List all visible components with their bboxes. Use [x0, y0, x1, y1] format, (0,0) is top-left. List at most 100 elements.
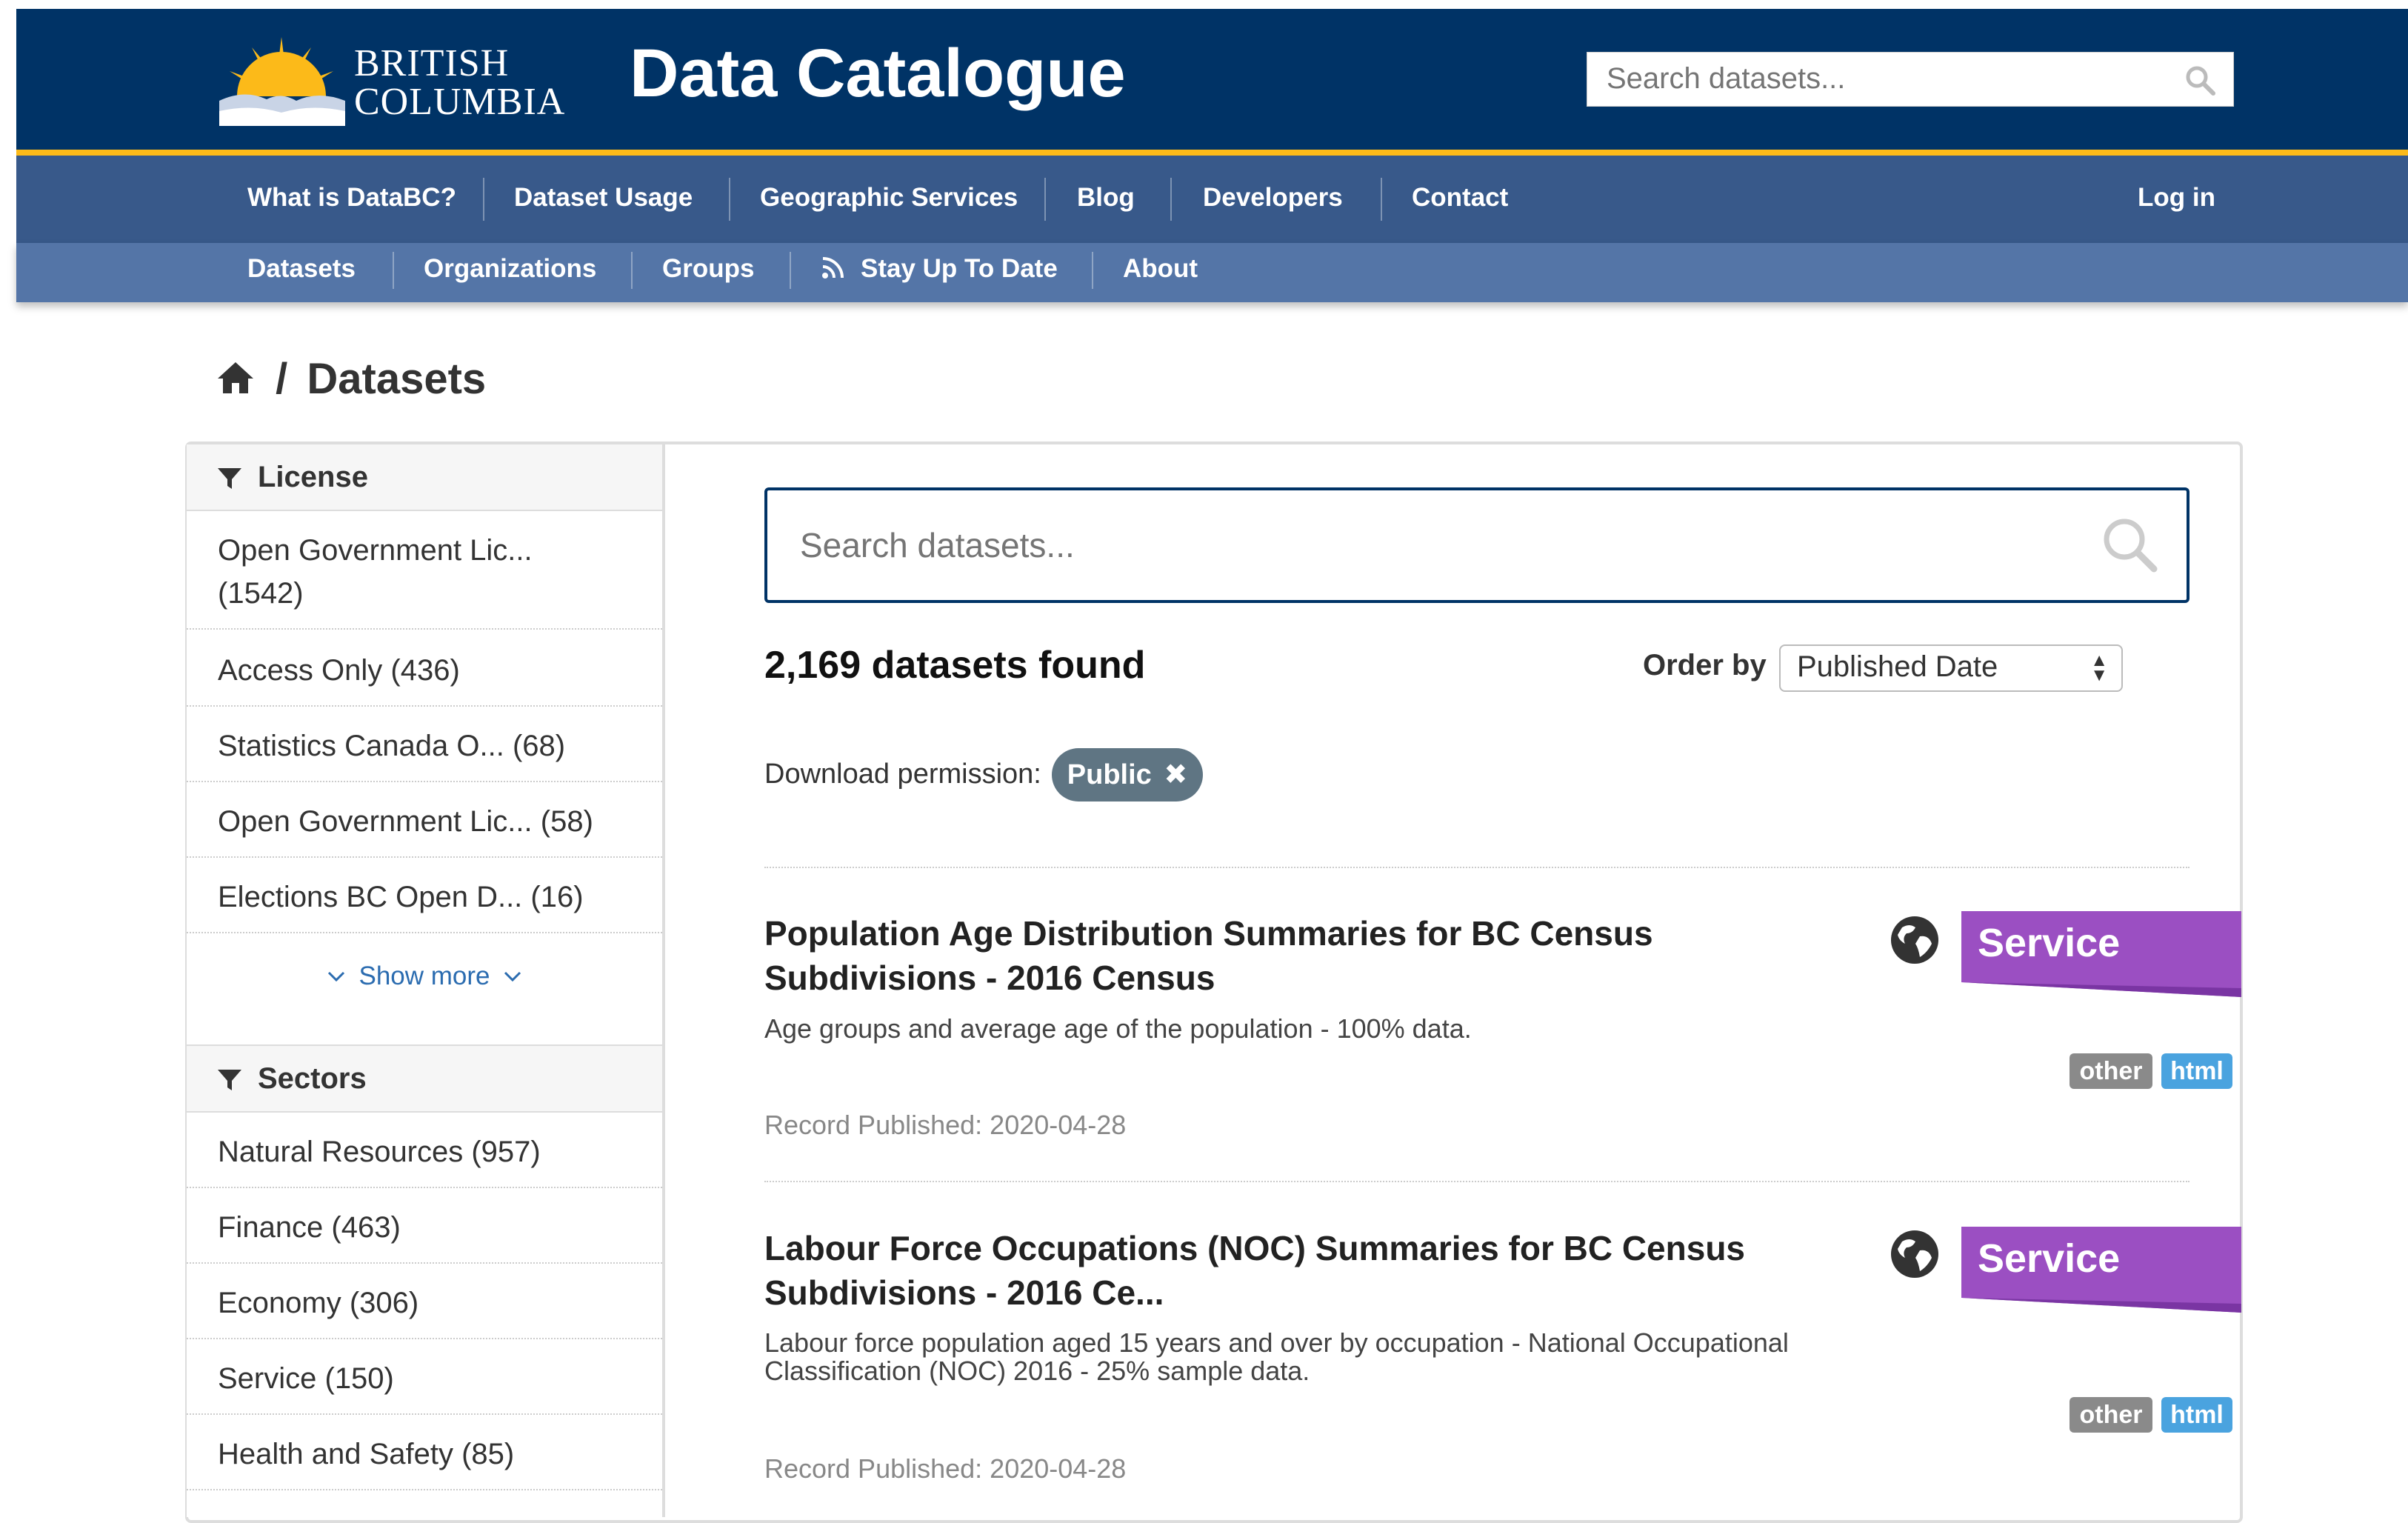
subnav-divider [1092, 252, 1093, 289]
divider [764, 1181, 2189, 1182]
dataset-title-line: Subdivisions - 2016 Ce... [764, 1273, 1164, 1312]
divider [764, 867, 2189, 868]
chevron-down-icon [327, 971, 344, 982]
facet-header-license: License [187, 443, 662, 511]
facet-item-label: Economy (306) [218, 1287, 419, 1319]
search-icon[interactable] [2184, 64, 2215, 96]
show-more-label: Show more [358, 962, 490, 990]
subnav-divider [393, 252, 394, 289]
facet-item-license[interactable]: Statistics Canada O... (68) [187, 707, 662, 782]
site-title[interactable]: Data Catalogue [630, 33, 1126, 114]
active-filter-pill[interactable]: Public ✖ [1052, 748, 1203, 802]
order-by-value: Published Date [1797, 650, 1998, 683]
globe-icon [1891, 916, 1938, 964]
format-badge-html[interactable]: html [2161, 1053, 2232, 1089]
dataset-search-input[interactable] [767, 490, 2092, 600]
facet-item-license[interactable]: Open Government Lic... (58) [187, 782, 662, 858]
facet-item-label: Open Government Lic... (1542) [218, 534, 533, 610]
record-published-date: Record Published: 2020-04-28 [764, 1453, 1127, 1484]
facet-item-license[interactable]: Access Only (436) [187, 631, 662, 707]
facet-item-license[interactable]: Open Government Lic... (1542) [187, 511, 662, 630]
filter-icon [218, 468, 241, 489]
active-filter-label: Public [1067, 759, 1152, 790]
dataset-description: Labour force population aged 15 years an… [764, 1329, 1875, 1385]
facet-sidebar: License Open Government Lic... (1542) Ac… [187, 443, 665, 1517]
facet-title-sectors: Sectors [258, 1062, 367, 1095]
logo-line-2: COLUMBIA [354, 81, 566, 123]
facet-item-label: Health and Safety (85) [218, 1438, 515, 1470]
facet-item-label: Statistics Canada O... (68) [218, 730, 566, 762]
globe-icon [1891, 1230, 1938, 1278]
subnav-groups[interactable]: Groups [662, 254, 754, 284]
nav-what-is-databc[interactable]: What is DataBC? [247, 183, 456, 213]
dataset-title-line: Labour Force Occupations (NOC) Summaries… [764, 1229, 1746, 1267]
service-ribbon-label: Service [1978, 921, 2121, 965]
results-count: 2,169 datasets found [764, 644, 1146, 687]
secondary-nav [16, 243, 2408, 302]
dataset-title-line: Subdivisions - 2016 Census [764, 959, 1215, 997]
rss-icon [822, 257, 844, 279]
show-more-link[interactable]: Show more [187, 962, 662, 991]
nav-contact[interactable]: Contact [1412, 183, 1508, 213]
dataset-title-link[interactable]: Labour Force Occupations (NOC) Summaries… [764, 1226, 1801, 1315]
order-by-label: Order by [1643, 649, 1767, 681]
facet-item-sector[interactable]: Service (150) [187, 1339, 662, 1415]
filter-icon [218, 1070, 241, 1090]
facet-item-sector[interactable]: Health and Safety (85) [187, 1415, 662, 1490]
nav-geographic-services[interactable]: Geographic Services [760, 183, 1018, 213]
nav-divider [729, 178, 730, 221]
facet-item-label: Natural Resources (957) [218, 1136, 541, 1168]
format-badge-other[interactable]: other [2070, 1397, 2152, 1433]
dataset-title-line: Population Age Distribution Summaries fo… [764, 914, 1653, 953]
facet-item-license[interactable]: Elections BC Open D... (16) [187, 858, 662, 933]
login-link[interactable]: Log in [2138, 183, 2215, 213]
search-icon[interactable] [2101, 516, 2160, 575]
service-ribbon: Service [1961, 1227, 2241, 1313]
header-search-input[interactable] [1587, 53, 2204, 104]
filter-label: Download permission: [764, 759, 1041, 790]
dataset-description: Age groups and average age of the popula… [764, 1015, 1875, 1043]
header-accent-line [16, 150, 2408, 156]
facet-item-label: Access Only (436) [218, 654, 460, 687]
service-ribbon: Service [1961, 911, 2241, 997]
bc-logo-text: BRITISH COLUMBIA [354, 44, 565, 121]
header-search [1587, 52, 2234, 107]
nav-blog[interactable]: Blog [1077, 183, 1135, 213]
dataset-description-line: Classification (NOC) 2016 - 25% sample d… [764, 1356, 1310, 1386]
service-ribbon-label: Service [1978, 1236, 2121, 1281]
nav-divider [483, 178, 484, 221]
dataset-search [764, 487, 2189, 603]
facet-item-label: Service (150) [218, 1362, 394, 1395]
facet-item-label: Finance (463) [218, 1211, 401, 1244]
subnav-datasets[interactable]: Datasets [247, 254, 356, 284]
subnav-divider [790, 252, 791, 289]
nav-divider [1170, 178, 1172, 221]
facet-item-label: Open Government Lic... (58) [218, 805, 593, 838]
order-by-select[interactable]: Published Date ▲ ▼ [1779, 644, 2123, 692]
facet-header-sectors: Sectors [187, 1044, 662, 1113]
facet-title-license: License [258, 461, 368, 493]
facet-item-sector[interactable]: Natural Resources (957) [187, 1113, 662, 1188]
facet-item-label: Elections BC Open D... (16) [218, 881, 584, 913]
format-badge-other[interactable]: other [2070, 1053, 2152, 1089]
subnav-stay-up-to-date[interactable]: Stay Up To Date [861, 254, 1058, 284]
nav-developers[interactable]: Developers [1203, 183, 1343, 213]
remove-filter-icon[interactable]: ✖ [1164, 759, 1187, 790]
dataset-title-link[interactable]: Population Age Distribution Summaries fo… [764, 911, 1801, 1000]
subnav-organizations[interactable]: Organizations [424, 254, 596, 284]
facet-item-sector[interactable]: Economy (306) [187, 1264, 662, 1339]
chevron-down-icon [504, 971, 521, 982]
format-badge-html[interactable]: html [2161, 1397, 2232, 1433]
subnav-divider [631, 252, 633, 289]
record-published-date: Record Published: 2020-04-28 [764, 1110, 1127, 1140]
home-icon[interactable] [215, 359, 256, 396]
breadcrumb: / Datasets [215, 348, 486, 410]
subnav-about[interactable]: About [1123, 254, 1198, 284]
nav-divider [1044, 178, 1046, 221]
select-arrows-icon: ▲ ▼ [2090, 650, 2108, 685]
dataset-description-line: Labour force population aged 15 years an… [764, 1327, 1789, 1358]
facet-item-sector[interactable]: Finance (463) [187, 1188, 662, 1264]
breadcrumb-current: Datasets [307, 355, 487, 403]
nav-divider [1381, 178, 1382, 221]
nav-dataset-usage[interactable]: Dataset Usage [514, 183, 693, 213]
